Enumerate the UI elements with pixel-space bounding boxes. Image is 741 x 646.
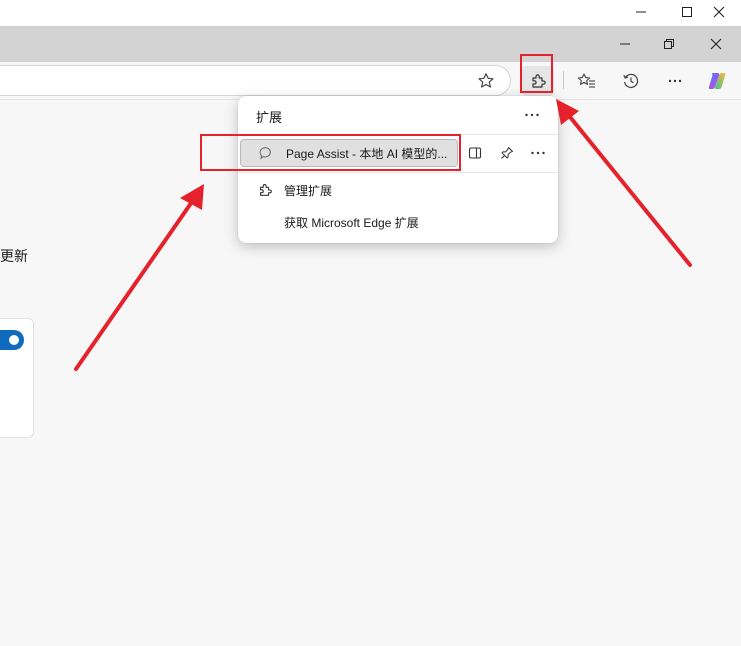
chat-bubble-icon	[258, 145, 274, 161]
popup-divider-top	[238, 134, 558, 135]
history-icon	[623, 73, 639, 88]
extension-name: Page Assist - 本地 AI 模型的...	[286, 146, 448, 161]
manage-extensions-item[interactable]: 管理扩展	[238, 175, 558, 205]
browser-close-button[interactable]	[693, 26, 739, 62]
minimize-icon	[636, 11, 646, 13]
puzzle-icon	[532, 74, 546, 88]
extension-item-page-assist[interactable]: Page Assist - 本地 AI 模型的...	[240, 139, 458, 167]
manage-extensions-label: 管理扩展	[284, 183, 333, 198]
outer-close-button[interactable]	[696, 0, 741, 24]
minimize-icon	[620, 43, 630, 45]
maximize-icon	[682, 7, 692, 17]
browser-minimize-button[interactable]	[602, 26, 648, 62]
popup-more-button[interactable]	[518, 104, 546, 126]
extensions-popup: 扩展 Page Assist - 本地 AI 模型的... 管理扩展 获取 Mi…	[238, 96, 558, 243]
extension-more-button[interactable]	[525, 141, 551, 165]
puzzle-icon	[256, 181, 274, 199]
star-icon	[478, 73, 494, 88]
outer-minimize-button[interactable]	[618, 0, 664, 24]
favorites-icon	[577, 73, 595, 88]
address-bar[interactable]	[0, 65, 511, 96]
more-icon	[668, 79, 682, 83]
close-icon	[710, 38, 722, 50]
popup-divider-middle	[238, 172, 558, 173]
copilot-icon	[708, 73, 726, 89]
restore-icon	[664, 39, 674, 49]
browser-restore-button[interactable]	[646, 26, 692, 62]
toggle-switch[interactable]	[0, 330, 24, 350]
close-icon	[713, 6, 725, 18]
sidebar-icon	[468, 147, 482, 159]
pin-extension-button[interactable]	[494, 141, 520, 165]
favorites-button[interactable]	[571, 66, 603, 96]
favorite-button[interactable]	[470, 66, 502, 96]
get-extensions-label: 获取 Microsoft Edge 扩展	[284, 215, 419, 230]
pin-icon	[501, 147, 513, 159]
more-icon	[531, 151, 545, 155]
more-button[interactable]	[659, 66, 691, 96]
screenshot: 更新 扩展 Page Assist - 本地 AI 模型的... 管理扩展 获取…	[0, 0, 741, 646]
get-extensions-item[interactable]: 获取 Microsoft Edge 扩展	[238, 207, 558, 237]
open-sidebar-button[interactable]	[462, 141, 488, 165]
extensions-button[interactable]	[522, 66, 554, 96]
partial-text: 更新	[0, 248, 28, 264]
copilot-button[interactable]	[701, 66, 733, 96]
history-button[interactable]	[615, 66, 647, 96]
toolbar-separator	[563, 71, 564, 89]
popup-title: 扩展	[256, 110, 283, 125]
more-icon	[525, 113, 539, 117]
